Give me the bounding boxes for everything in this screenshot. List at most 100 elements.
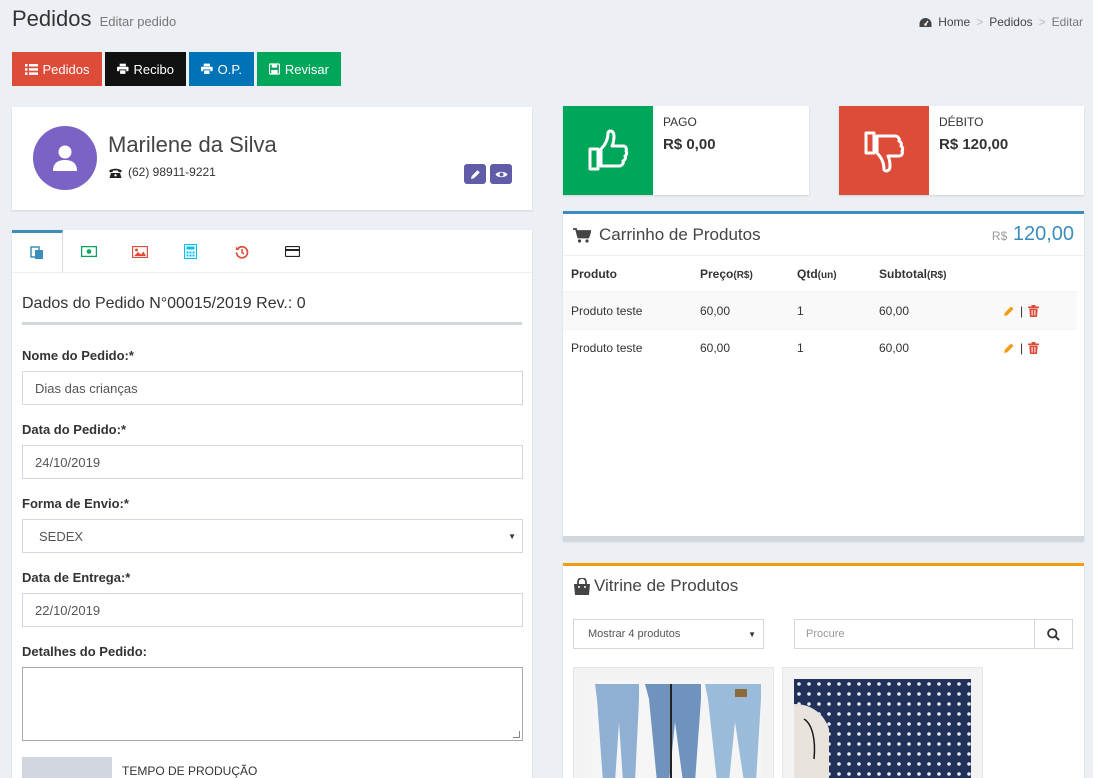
trash-icon[interactable]: [1028, 304, 1040, 317]
breadcrumb-home[interactable]: Home: [938, 15, 970, 29]
col-subtotal-label: Subtotal: [879, 266, 927, 281]
breadcrumb-current: Editar: [1051, 15, 1083, 29]
cart-title-text: Carrinho de Produtos: [599, 225, 761, 244]
col-subtotal-unit: (R$): [927, 269, 947, 281]
col-qtd: Qtd(un): [789, 256, 871, 293]
shopping-bag-icon: [574, 577, 590, 595]
cell-qtd: 1: [789, 291, 871, 329]
col-preco-unit: (R$): [733, 269, 753, 281]
cell-subtotal: 60,00: [871, 328, 995, 366]
tab-bar: [12, 230, 532, 273]
col-preco: Preço(R$): [692, 256, 789, 293]
phone-icon: [109, 168, 122, 178]
detalhes-textarea[interactable]: [22, 667, 523, 741]
breadcrumb-separator: >: [976, 15, 984, 29]
tab-historico[interactable]: [216, 230, 267, 273]
customer-card: Marilene da Silva (62) 98911-9221: [12, 107, 532, 210]
pago-label: PAGO: [663, 115, 697, 129]
table-row: Produto teste 60,00 1 60,00 |: [563, 291, 1077, 329]
vitrine-title-text: Vitrine de Produtos: [594, 576, 739, 595]
page-title: Pedidos Editar pedido: [12, 6, 176, 32]
production-thumbnail: [22, 757, 112, 778]
table-row: Produto teste 60,00 1 60,00 |: [563, 328, 1077, 366]
tempo-producao-label: TEMPO DE PRODUÇÃO: [122, 764, 258, 778]
calculator-icon: [184, 244, 197, 259]
tab-calculadora[interactable]: [165, 230, 216, 273]
tab-imagens[interactable]: [114, 230, 165, 273]
dress-product-image: [794, 679, 971, 778]
dashboard-icon: [919, 17, 932, 27]
jeans-product-image: [585, 679, 762, 778]
chevron-down-icon: ▼: [748, 630, 756, 639]
breadcrumb: Home > Pedidos > Editar: [919, 15, 1083, 29]
vitrine-panel: Vitrine de Produtos Mostrar 4 produtos ▼…: [563, 563, 1084, 778]
cart-panel: Carrinho de Produtos R$ 120,00 Produto P…: [563, 211, 1084, 541]
entrega-label: Data de Entrega:*: [22, 570, 131, 585]
debito-infobox: DÉBITO R$ 120,00: [839, 106, 1084, 195]
pencil-icon[interactable]: [1003, 305, 1015, 317]
op-button[interactable]: O.P.: [189, 52, 254, 86]
product-card-jeans[interactable]: [573, 667, 774, 778]
cell-preco: 60,00: [692, 291, 789, 329]
tab-pagamento[interactable]: [63, 230, 114, 273]
cell-produto: Produto teste: [563, 328, 692, 366]
image-icon: [131, 245, 148, 258]
cart-header-row: Produto Preço(R$) Qtd(un) Subtotal(R$): [563, 256, 1077, 293]
resize-handle[interactable]: [513, 731, 520, 738]
pedidos-button[interactable]: Pedidos: [12, 52, 102, 86]
view-customer-button[interactable]: [490, 164, 512, 184]
pedidos-button-label: Pedidos: [42, 61, 90, 77]
revisar-button[interactable]: Revisar: [257, 52, 341, 86]
cart-total: R$ 120,00: [992, 223, 1074, 246]
money-icon: [80, 246, 97, 257]
trash-icon[interactable]: [1028, 341, 1040, 354]
print-icon: [201, 63, 213, 75]
search-button[interactable]: [1034, 619, 1073, 649]
data-pedido-label: Data do Pedido:*: [22, 422, 127, 437]
entrega-input[interactable]: 22/10/2019: [22, 593, 523, 627]
show-products-value: Mostrar 4 produtos: [588, 628, 681, 640]
cell-actions: |: [995, 328, 1077, 366]
customer-phone-number: (62) 98911-9221: [128, 165, 216, 179]
revisar-button-label: Revisar: [284, 61, 329, 77]
search-input[interactable]: Procure: [794, 619, 1035, 649]
print-icon: [117, 63, 129, 75]
cell-qtd: 1: [789, 328, 871, 366]
list-icon: [24, 63, 38, 75]
show-products-select[interactable]: Mostrar 4 produtos ▼: [573, 619, 764, 649]
pencil-icon[interactable]: [1003, 342, 1015, 354]
envio-select[interactable]: SEDEX ▼: [22, 519, 523, 553]
eye-icon: [495, 171, 507, 177]
order-form-panel: Dados do Pedido N°00015/2019 Rev.: 0 Nom…: [12, 230, 532, 778]
thumbs-up-icon: [588, 129, 629, 170]
vitrine-title: Vitrine de Produtos: [573, 576, 738, 596]
history-icon: [235, 245, 248, 259]
pago-infobox: PAGO R$ 0,00: [563, 106, 809, 195]
envio-select-value: SEDEX: [39, 528, 84, 544]
debito-value: R$ 120,00: [939, 136, 1009, 153]
nome-input[interactable]: Dias das crianças: [22, 371, 523, 405]
page-subtitle: Editar pedido: [99, 14, 177, 29]
cell-subtotal: 60,00: [871, 291, 995, 329]
recibo-button-label: Recibo: [133, 61, 174, 77]
breadcrumb-pedidos[interactable]: Pedidos: [989, 15, 1032, 29]
form-divider: [22, 322, 522, 325]
col-preco-label: Preço: [700, 266, 734, 281]
customer-phone: (62) 98911-9221: [108, 165, 216, 179]
tab-dados[interactable]: [12, 230, 63, 273]
credit-card-icon: [285, 246, 300, 257]
breadcrumb-separator: >: [1038, 15, 1046, 29]
pago-icon-box: [563, 106, 653, 195]
product-card-dress[interactable]: [782, 667, 983, 778]
col-qtd-label: Qtd: [797, 266, 818, 281]
data-pedido-input[interactable]: 24/10/2019: [22, 445, 523, 479]
thumbs-down-icon: [864, 131, 905, 172]
op-button-label: O.P.: [217, 61, 242, 77]
page-title-text: Pedidos: [12, 6, 92, 31]
recibo-button[interactable]: Recibo: [105, 52, 186, 86]
col-produto: Produto: [563, 256, 692, 293]
edit-customer-button[interactable]: [464, 164, 486, 184]
save-icon: [269, 63, 280, 75]
customer-name: Marilene da Silva: [108, 132, 277, 157]
tab-cartao[interactable]: [267, 230, 318, 273]
